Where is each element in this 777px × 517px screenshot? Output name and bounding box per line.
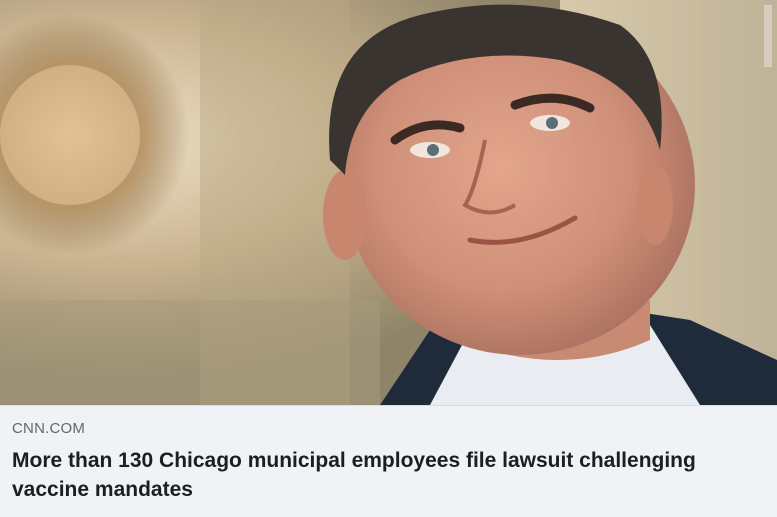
article-headline[interactable]: More than 130 Chicago municipal employee… <box>12 446 765 504</box>
portrait-photo-illustration <box>0 0 777 405</box>
article-photo[interactable] <box>0 0 777 405</box>
source-domain: CNN.COM <box>12 420 86 437</box>
link-preview-card[interactable]: CNN.COM More than 130 Chicago municipal … <box>0 0 777 517</box>
link-caption[interactable]: CNN.COM More than 130 Chicago municipal … <box>0 405 777 517</box>
